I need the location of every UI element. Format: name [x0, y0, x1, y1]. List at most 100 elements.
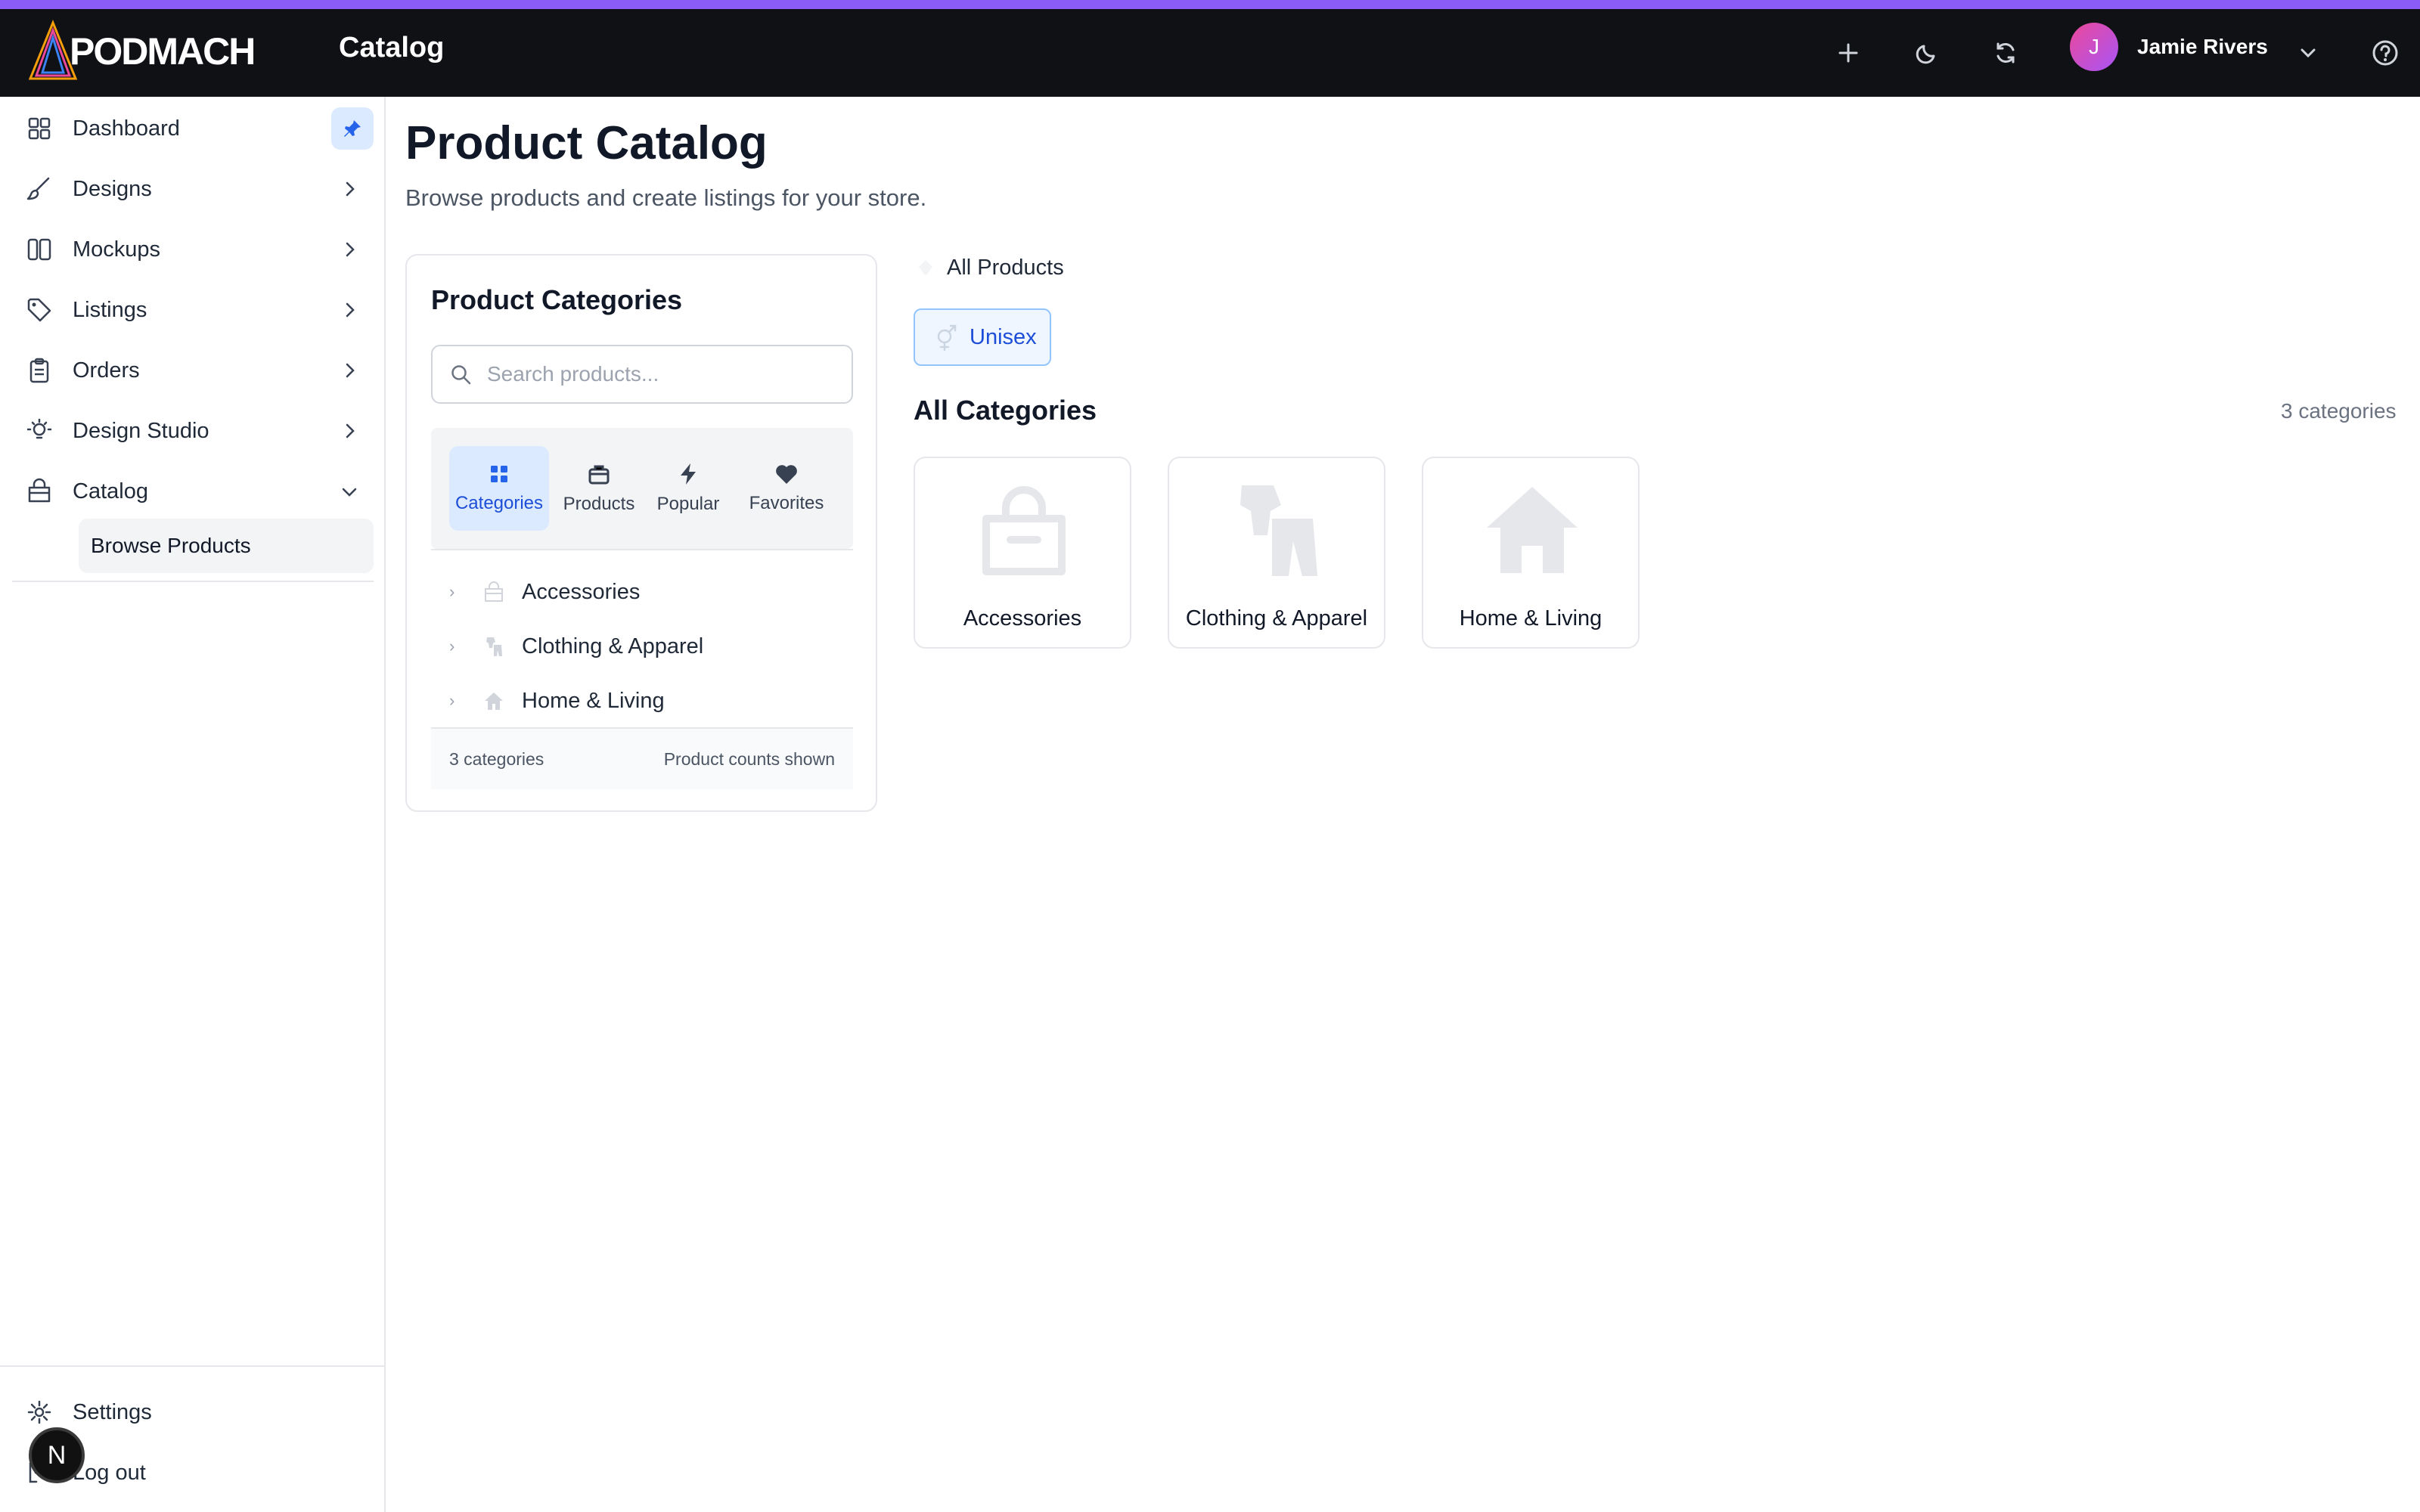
sidebar-item-label: Settings — [73, 1399, 152, 1424]
tree-item-label: Accessories — [522, 579, 641, 604]
clipboard-icon — [24, 355, 54, 386]
chevron-right-icon — [334, 295, 365, 325]
counts-note: Product counts shown — [663, 748, 835, 769]
panel-title: Product Categories — [431, 284, 683, 315]
columns-icon — [24, 234, 54, 265]
tab-products[interactable]: Products — [549, 446, 649, 531]
header-actions: J Jamie Rivers — [1739, 9, 2420, 97]
help-button[interactable] — [2369, 36, 2402, 70]
top-bar: PODMACH Catalog J Jamie Rivers — [0, 9, 2420, 97]
tag-icon — [919, 259, 932, 276]
sidebar-subitem-browse-products[interactable]: Browse Products — [79, 519, 374, 573]
breadcrumb[interactable]: All Products — [915, 256, 1064, 280]
section-title: All Categories — [914, 395, 1097, 426]
bag-icon — [982, 486, 1066, 575]
brush-icon — [24, 174, 54, 204]
avatar[interactable]: J — [2070, 23, 2118, 71]
gear-icon — [24, 1397, 54, 1427]
moon-icon — [1916, 45, 1935, 64]
grid-icon — [491, 466, 507, 482]
dev-tools-badge[interactable]: N — [29, 1427, 85, 1483]
sidebar-item-label: Design Studio — [73, 418, 209, 443]
tree-item-label: Home & Living — [522, 688, 665, 713]
chevron-right-icon — [334, 355, 365, 386]
sidebar-item-design-studio[interactable]: Design Studio — [0, 404, 386, 458]
plus-icon — [1838, 43, 1858, 63]
sidebar-divider — [12, 581, 374, 582]
tab-categories[interactable]: Categories — [449, 446, 549, 531]
user-name[interactable]: Jamie Rivers — [2137, 35, 2268, 59]
add-button[interactable] — [1832, 36, 1865, 70]
divider — [431, 549, 853, 550]
sidebar-item-label: Catalog — [73, 479, 148, 503]
house-icon — [485, 692, 503, 710]
category-count: 3 categories — [449, 748, 544, 769]
sidebar: Dashboard Designs Mockups Listings Order… — [0, 97, 386, 1512]
pin-icon — [344, 120, 361, 137]
help-icon — [2372, 40, 2398, 66]
tree-item-accessories[interactable]: › Accessories — [431, 567, 853, 617]
category-card-clothing[interactable]: Clothing & Apparel — [1168, 457, 1385, 649]
sidebar-item-dashboard[interactable]: Dashboard — [0, 101, 386, 156]
tab-popular[interactable]: Popular — [640, 446, 737, 531]
search-input[interactable] — [487, 362, 835, 386]
sidebar-item-label: Orders — [73, 358, 140, 383]
heart-icon — [776, 465, 797, 484]
category-card-home-living[interactable]: Home & Living — [1422, 457, 1640, 649]
sidebar-item-designs[interactable]: Designs — [0, 162, 386, 216]
sidebar-item-orders[interactable]: Orders — [0, 343, 386, 398]
logo-text: PODMACH — [70, 30, 256, 73]
tab-label: Products — [563, 494, 635, 514]
chevron-right-icon — [334, 174, 365, 204]
page-subtitle: Browse products and create listings for … — [405, 184, 927, 211]
page-header-title: Catalog — [339, 32, 445, 64]
search-box — [431, 345, 853, 404]
search-icon — [451, 365, 471, 385]
tab-label: Categories — [455, 493, 544, 513]
panel-footer: 3 categories Product counts shown — [431, 727, 853, 789]
sidebar-item-catalog[interactable]: Catalog — [0, 464, 386, 519]
bag-icon — [485, 581, 503, 602]
tab-label: Favorites — [749, 493, 824, 513]
category-card-accessories[interactable]: Accessories — [914, 457, 1131, 649]
user-menu-button[interactable] — [2291, 36, 2325, 70]
sidebar-item-label: Log out — [73, 1460, 146, 1485]
card-label: Home & Living — [1459, 606, 1602, 631]
card-label: Accessories — [963, 606, 1082, 631]
filter-chip-unisex[interactable]: Unisex — [914, 308, 1051, 366]
tag-icon — [24, 295, 54, 325]
house-icon — [1487, 487, 1578, 573]
tree-item-home-living[interactable]: › Home & Living — [431, 676, 853, 726]
sidebar-item-label: Listings — [73, 297, 147, 322]
accent-bar — [0, 0, 2420, 9]
tree-item-clothing[interactable]: › Clothing & Apparel — [431, 621, 853, 671]
tree-item-label: Clothing & Apparel — [522, 634, 704, 658]
clothing-icon — [1240, 485, 1317, 576]
theme-toggle-button[interactable] — [1910, 36, 1944, 70]
chevron-right-icon — [334, 416, 365, 446]
clothing-icon — [486, 637, 502, 656]
page-title: Product Catalog — [405, 117, 768, 169]
tab-favorites[interactable]: Favorites — [737, 446, 836, 531]
chevron-right-icon: › — [449, 582, 455, 601]
refresh-button[interactable] — [1989, 36, 2022, 70]
panel-tabs: Categories Products Popular Favorites — [431, 428, 853, 549]
bolt-icon — [681, 463, 696, 485]
sidebar-item-mockups[interactable]: Mockups — [0, 222, 386, 277]
chevron-right-icon: › — [449, 691, 455, 710]
logo[interactable]: PODMACH — [27, 20, 256, 83]
sidebar-item-label: Mockups — [73, 237, 161, 262]
chevron-right-icon — [334, 234, 365, 265]
chevron-down-icon — [334, 476, 365, 507]
sidebar-divider — [0, 1365, 384, 1367]
chevron-down-icon — [2301, 48, 2316, 58]
pin-button[interactable] — [331, 107, 374, 150]
grid-icon — [24, 113, 54, 144]
bag-icon — [24, 476, 54, 507]
breadcrumb-label: All Products — [947, 256, 1064, 280]
sidebar-item-label: Designs — [73, 176, 152, 201]
sidebar-item-listings[interactable]: Listings — [0, 283, 386, 337]
refresh-icon — [1996, 42, 2015, 64]
sidebar-item-label: Dashboard — [73, 116, 180, 141]
box-icon — [588, 465, 610, 485]
